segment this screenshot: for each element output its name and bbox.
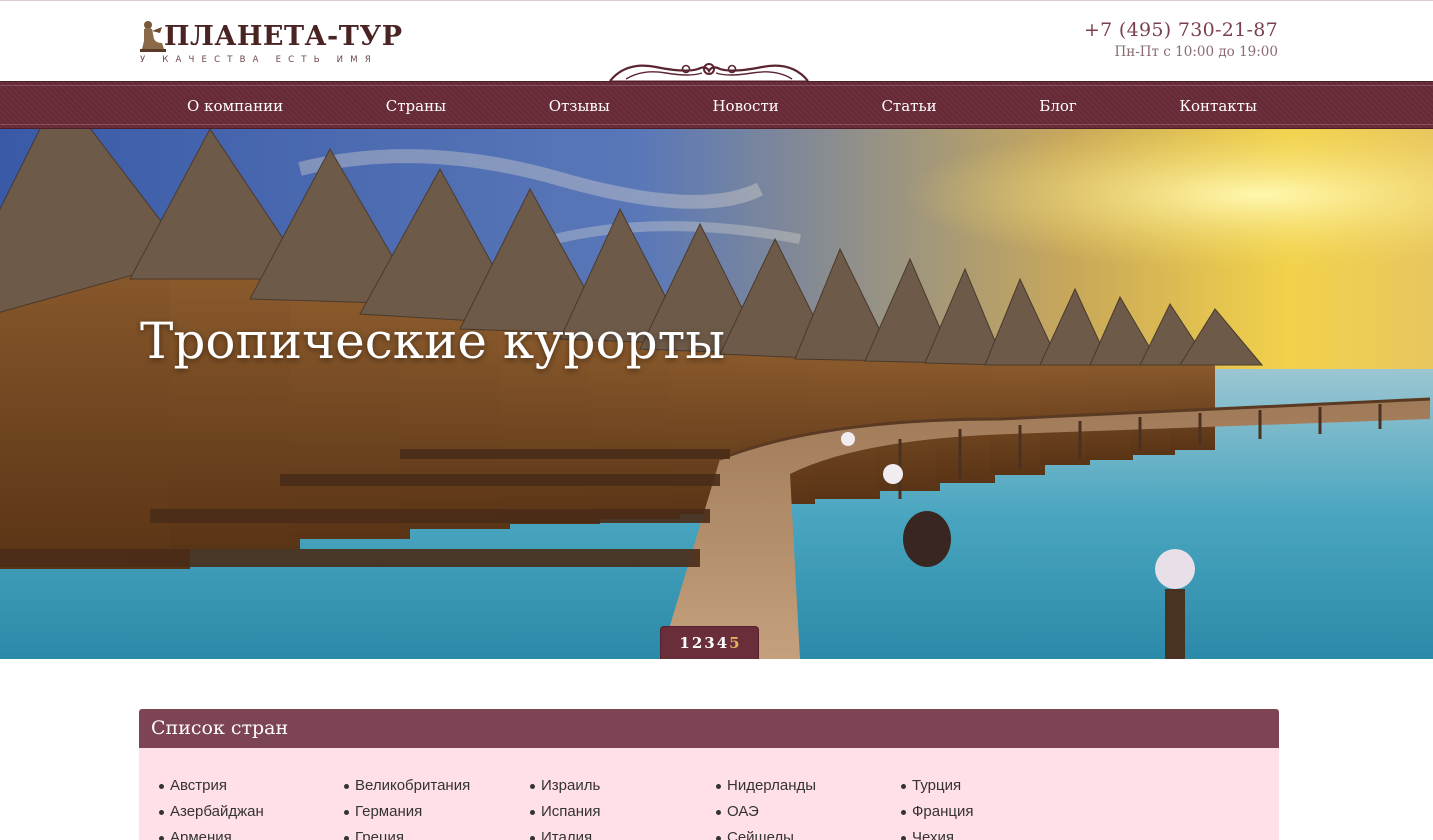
country-link[interactable]: Израиль [529,774,601,800]
pager-page-3[interactable]: 3 [704,634,714,652]
countries-column-1: Австрия Азербайджан Армения [158,774,264,840]
pager-page-1[interactable]: 1 [679,634,689,652]
countries-panel-header: Список стран [139,709,1279,748]
country-link[interactable]: Сейшелы [715,826,816,840]
country-link[interactable]: Греция [343,826,470,840]
phone-number[interactable]: +7 (495) 730-21-87 [1084,19,1278,41]
country-link[interactable]: Франция [900,800,973,826]
countries-column-5: Турция Франция Чехия [900,774,973,840]
nav-list: О компании Страны Отзывы Новости Статьи … [138,82,1279,130]
nav-item-countries[interactable]: Страны [386,97,446,115]
working-hours: Пн-Пт с 10:00 до 19:00 [1114,44,1278,60]
countries-column-2: Великобритания Германия Греция [343,774,470,840]
header-contacts: +7 (495) 730-21-87 Пн-Пт с 10:00 до 19:0… [1084,19,1278,60]
countries-panel: Австрия Азербайджан Армения Великобритан… [139,748,1279,840]
country-link[interactable]: Азербайджан [158,800,264,826]
nav-item-reviews[interactable]: Отзывы [549,97,610,115]
logo-title: ПЛАНЕТА-ТУР [164,21,403,52]
logo-tagline: У КАЧЕСТВА ЕСТЬ ИМЯ [140,55,378,65]
slider-pager: 1 2 3 4 5 [660,626,759,659]
pager-page-5[interactable]: 5 [729,634,739,652]
site-logo[interactable]: ПЛАНЕТА-ТУР У КАЧЕСТВА ЕСТЬ ИМЯ [138,17,402,69]
country-link[interactable]: Италия [529,826,601,840]
pager-page-4[interactable]: 4 [717,634,727,652]
nav-item-about[interactable]: О компании [187,97,283,115]
country-link[interactable]: Армения [158,826,264,840]
countries-column-4: Нидерланды ОАЭ Сейшелы [715,774,816,840]
countries-column-3: Израиль Испания Италия [529,774,601,840]
country-link[interactable]: Германия [343,800,470,826]
country-link[interactable]: Чехия [900,826,973,840]
country-link[interactable]: Великобритания [343,774,470,800]
main-nav: О компании Страны Отзывы Новости Статьи … [0,81,1433,129]
hero-slider: Тропические курорты 1 2 3 4 5 [0,129,1433,659]
country-link[interactable]: Турция [900,774,973,800]
country-link[interactable]: Австрия [158,774,264,800]
country-link[interactable]: Нидерланды [715,774,816,800]
countries-title: Список стран [151,717,289,739]
country-link[interactable]: ОАЭ [715,800,816,826]
pager-page-2[interactable]: 2 [692,634,702,652]
nav-item-articles[interactable]: Статьи [881,97,936,115]
site-header: ПЛАНЕТА-ТУР У КАЧЕСТВА ЕСТЬ ИМЯ +7 (495)… [0,1,1433,82]
country-link[interactable]: Испания [529,800,601,826]
hero-image [0,129,1433,659]
nav-item-contacts[interactable]: Контакты [1179,97,1257,115]
hero-caption: Тропические курорты [140,312,726,370]
nav-item-blog[interactable]: Блог [1039,97,1076,115]
nav-item-news[interactable]: Новости [712,97,778,115]
